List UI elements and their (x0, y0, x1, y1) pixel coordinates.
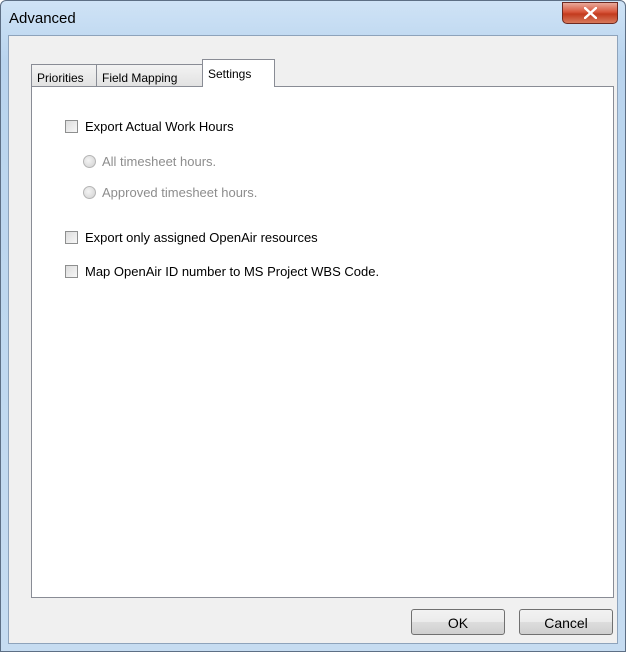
settings-panel: Export Actual Work Hours All timesheet h… (31, 86, 614, 598)
export-actual-work-hours-option[interactable]: Export Actual Work Hours (65, 119, 234, 134)
dialog-client-area: Priorities Field Mapping Settings Export… (8, 35, 618, 644)
close-button[interactable] (562, 2, 618, 24)
map-id-wbs-checkbox[interactable] (65, 265, 78, 278)
ok-button[interactable]: OK (411, 609, 505, 635)
dialog-title: Advanced (9, 10, 76, 27)
tab-priorities[interactable]: Priorities (31, 64, 97, 86)
all-timesheet-hours-label: All timesheet hours. (102, 154, 217, 169)
export-actual-work-hours-label: Export Actual Work Hours (85, 119, 234, 134)
close-icon (584, 7, 597, 19)
cancel-button[interactable]: Cancel (519, 609, 613, 635)
all-timesheet-hours-option[interactable]: All timesheet hours. (83, 154, 216, 169)
export-assigned-resources-option[interactable]: Export only assigned OpenAir resources (65, 230, 318, 245)
export-assigned-resources-label: Export only assigned OpenAir resources (85, 230, 318, 245)
map-id-wbs-option[interactable]: Map OpenAir ID number to MS Project WBS … (65, 264, 379, 279)
approved-timesheet-hours-label: Approved timesheet hours. (102, 185, 258, 200)
approved-timesheet-hours-radio[interactable] (83, 186, 96, 199)
title-bar[interactable]: Advanced (1, 1, 625, 35)
tab-field-mapping[interactable]: Field Mapping (96, 64, 203, 86)
export-assigned-resources-checkbox[interactable] (65, 231, 78, 244)
approved-timesheet-hours-option[interactable]: Approved timesheet hours. (83, 185, 257, 200)
map-id-wbs-label: Map OpenAir ID number to MS Project WBS … (85, 264, 380, 279)
tab-settings[interactable]: Settings (202, 59, 275, 87)
advanced-dialog: Advanced Priorities Field Mapping Settin… (0, 0, 626, 652)
export-actual-work-hours-checkbox[interactable] (65, 120, 78, 133)
all-timesheet-hours-radio[interactable] (83, 155, 96, 168)
